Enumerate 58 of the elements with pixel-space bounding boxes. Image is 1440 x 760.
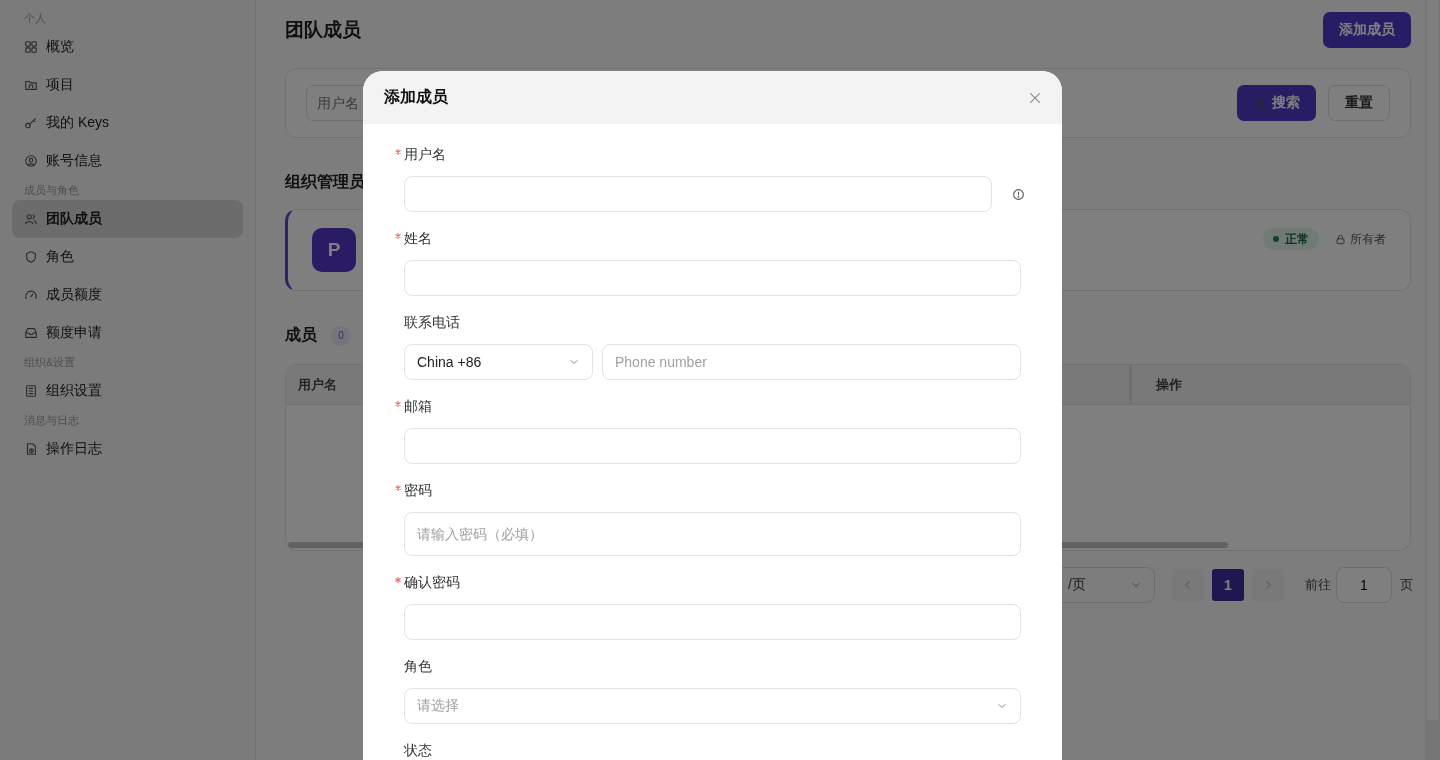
country-select[interactable]: China +86	[404, 344, 593, 380]
field-label: 密码	[404, 482, 432, 500]
field-label: 联系电话	[404, 314, 460, 332]
page-title: 团队成员	[285, 18, 361, 42]
page-unit-label: 页	[1400, 576, 1413, 594]
input-field[interactable]	[404, 260, 1021, 296]
grid-icon	[24, 40, 38, 54]
password-field[interactable]: 请输入密码（必填）	[404, 512, 1021, 556]
field-label: 角色	[404, 658, 432, 676]
building-icon	[24, 384, 38, 398]
section-heading: 组织管理员	[285, 172, 365, 192]
close-button[interactable]	[1028, 90, 1042, 105]
sidebar-item[interactable]: 成员额度	[12, 276, 243, 314]
dialog-title: 添加成员	[384, 87, 448, 107]
sidebar-item[interactable]: 项目	[12, 66, 243, 104]
field-label: 确认密码	[404, 574, 460, 592]
log-icon	[24, 442, 38, 456]
goto-label: 前往	[1305, 576, 1331, 594]
role-label: 所有者	[1350, 231, 1386, 248]
sidebar-item[interactable]: 角色	[12, 238, 243, 276]
field-label: 邮箱	[404, 398, 432, 416]
sidebar-item[interactable]: 概览	[12, 28, 243, 66]
field-label: 用户名	[404, 146, 446, 164]
sidebar-item[interactable]: 团队成员	[12, 200, 243, 238]
role-select[interactable]: 请选择	[404, 688, 1021, 724]
column-header: 用户名	[298, 375, 337, 394]
folder-icon	[24, 78, 38, 92]
inbox-icon	[24, 326, 38, 340]
phone-field[interactable]: Phone number	[602, 344, 1021, 380]
sidebar-item[interactable]: 我的 Keys	[12, 104, 243, 142]
shield-icon	[24, 250, 38, 264]
avatar: P	[312, 228, 356, 272]
gauge-icon	[24, 288, 38, 302]
field-label: 状态	[404, 742, 432, 760]
sidebar-item[interactable]: 操作日志	[12, 430, 243, 468]
input-field[interactable]	[404, 428, 1021, 464]
previous-page-button[interactable]	[1172, 569, 1204, 601]
lock-icon	[1335, 234, 1346, 245]
page-button[interactable]: 1	[1212, 569, 1244, 601]
status-badge: 正常	[1263, 228, 1319, 250]
add-member-button[interactable]: 添加成员	[1323, 12, 1411, 48]
sidebar-item[interactable]: 组织设置	[12, 372, 243, 410]
user-circle-icon	[24, 154, 38, 168]
search-button[interactable]: 搜索	[1237, 85, 1316, 121]
goto-page-field[interactable]: 1	[1336, 567, 1392, 603]
input-field[interactable]	[404, 604, 1021, 640]
next-page-button[interactable]	[1252, 569, 1284, 601]
key-icon	[24, 116, 38, 130]
reset-button[interactable]: 重置	[1328, 85, 1390, 121]
input-field[interactable]	[404, 176, 992, 212]
sidebar-item[interactable]: 额度申请	[12, 314, 243, 352]
column-header: 操作	[1156, 375, 1182, 394]
field-label: 姓名	[404, 230, 432, 248]
users-icon	[24, 212, 38, 226]
sidebar-item[interactable]: 账号信息	[12, 142, 243, 180]
search-icon	[1253, 96, 1266, 110]
section-heading: 成员	[285, 325, 317, 345]
count-badge: 0	[331, 325, 351, 346]
